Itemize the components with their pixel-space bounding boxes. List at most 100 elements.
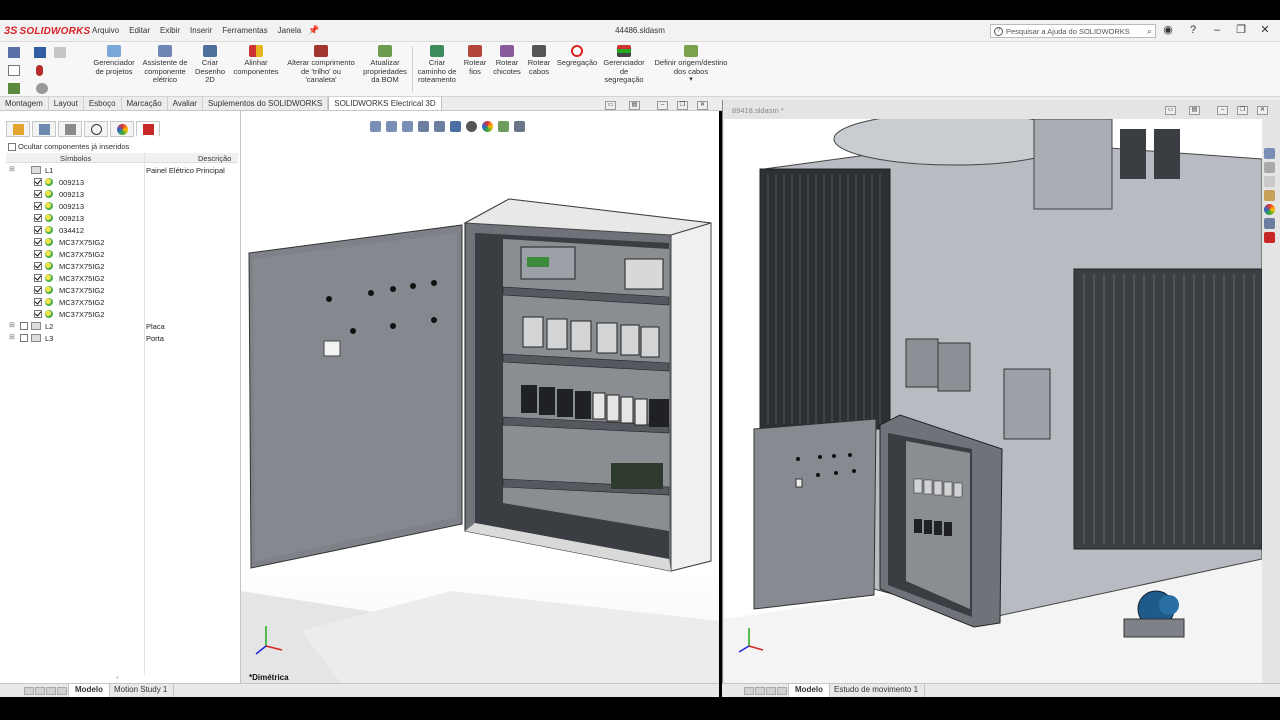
cable-origin-button[interactable]: Definir origem/destino dos cabos ▾ [648,45,734,85]
column-description[interactable]: Descrição [198,154,231,163]
menu-ferramentas[interactable]: Ferramentas [222,26,267,35]
tab-modelo[interactable]: Modelo [68,684,110,697]
user-icon[interactable]: ◉ [1161,23,1175,37]
last-tab-icon[interactable] [777,687,787,695]
menu-inserir[interactable]: Inserir [190,26,212,35]
tree-checkbox[interactable] [34,274,42,282]
segregation-manager-button[interactable]: Gerenciador de segregação [600,45,648,85]
pane-expand-icon[interactable]: ▭ [1165,106,1176,115]
route-cables-button[interactable]: Rotear cabos [524,45,554,76]
view-minimize-icon[interactable]: – [1217,106,1228,115]
tree-row[interactable]: 009213 [6,188,238,200]
tree-row[interactable]: ⊞ L3 Porta [6,332,238,344]
design-library-icon[interactable] [1264,162,1275,173]
pane-split-icon[interactable]: ▤ [1189,106,1200,115]
close-icon[interactable]: ✕ [1258,23,1272,37]
tree-checkbox[interactable] [34,286,42,294]
zoom-to-fit-icon[interactable] [370,121,381,132]
tree-row[interactable]: MC37X75IG2 [6,248,238,260]
tab-avaliar[interactable]: Avaliar [168,97,203,110]
minimize-icon[interactable]: – [1210,23,1224,37]
tree-row[interactable]: MC37X75IG2 [6,308,238,320]
tree-row[interactable]: MC37X75IG2 [6,236,238,248]
custom-properties-icon[interactable] [1264,218,1275,229]
previous-view-icon[interactable] [402,121,413,132]
tree-row[interactable]: MC37X75IG2 [6,272,238,284]
tab-motion-study[interactable]: Motion Study 1 [108,684,175,697]
view-settings-icon[interactable] [514,121,525,132]
help-search-input[interactable]: ? Pesquisar a Ajuda do SOLIDWORKS ⌕ [990,24,1156,38]
display-style-icon[interactable] [466,121,477,132]
assembly-icon[interactable] [8,47,20,58]
tree-checkbox[interactable] [34,250,42,258]
pane-scroll-indicator[interactable]: ◦ [116,673,119,682]
restore-icon[interactable]: ❐ [1234,23,1248,37]
tab-esboco[interactable]: Esboço [84,97,122,110]
menu-janela[interactable]: Janela [278,26,302,35]
project-manager-button[interactable]: Gerenciador de projetos [90,45,138,76]
help-question-icon[interactable]: ? [1186,23,1200,37]
tab-montagem[interactable]: Montagem [0,97,49,110]
tree-row[interactable]: 009213 [6,200,238,212]
pane-tab-configuration[interactable] [58,121,82,137]
redo-icon[interactable] [54,47,66,58]
traffic-light-icon[interactable] [36,65,43,76]
tree-row[interactable]: 034412 [6,224,238,236]
pane-tab-display[interactable] [110,121,134,137]
electrical-icon[interactable] [1264,232,1275,243]
pane-tab-dimxpert[interactable] [84,121,108,137]
next-tab-icon[interactable] [46,687,56,695]
expand-icon[interactable]: ⊞ [9,321,15,329]
new-document-icon[interactable] [8,65,20,76]
tree-checkbox[interactable] [34,226,42,234]
pin-icon[interactable]: 📌 [308,25,319,36]
scene-icon[interactable] [498,121,509,132]
rail-length-button[interactable]: Alterar comprimento de 'trilho' ou 'cana… [284,45,358,85]
view-restore-icon[interactable]: ❐ [677,101,688,110]
checkbox[interactable] [8,142,16,151]
prev-tab-icon[interactable] [755,687,765,695]
search-icon[interactable]: ⌕ [1147,26,1152,37]
select-icon[interactable] [8,83,20,94]
view-restore-icon[interactable]: ❐ [1237,106,1248,115]
tree-checkbox[interactable] [34,190,42,198]
solidworks-logo[interactable]: 3S SOLIDWORKS [4,24,90,38]
tab-estudo-movimento[interactable]: Estudo de movimento 1 [828,684,926,697]
dynamic-annotation-icon[interactable] [434,121,445,132]
graphics-viewport-2[interactable] [724,119,1262,683]
tree-row[interactable]: MC37X75IG2 [6,284,238,296]
segregation-button[interactable]: Segregação [555,45,599,68]
save-icon[interactable] [34,47,46,58]
tab-layout[interactable]: Layout [49,97,84,110]
expand-icon[interactable]: ⊞ [9,165,15,173]
tree-checkbox[interactable] [34,238,42,246]
tree-checkbox[interactable] [34,310,42,318]
appearance-icon[interactable] [482,121,493,132]
create-2d-drawing-button[interactable]: Criar Desenho 2D [192,45,228,85]
tree-checkbox[interactable] [34,214,42,222]
home-icon[interactable] [1264,148,1275,159]
tree-row[interactable]: 009213 [6,212,238,224]
tree-checkbox[interactable] [34,178,42,186]
file-explorer-icon[interactable] [1264,176,1275,187]
tab-marcacao[interactable]: Marcação [122,97,168,110]
view-orientation-icon[interactable] [450,121,461,132]
view-close-icon[interactable]: ✕ [1257,106,1268,115]
view-close-icon[interactable]: ✕ [697,101,708,110]
hide-inserted-checkbox[interactable]: Ocultar componentes já inseridos [8,142,129,151]
tree-row[interactable]: ⊞ L2 Placa [6,320,238,332]
tree-checkbox[interactable] [20,322,28,330]
expand-icon[interactable]: ⊞ [9,333,15,341]
routing-path-button[interactable]: Criar caminho de roteamento [414,45,460,85]
view-minimize-icon[interactable]: – [657,101,668,110]
chevron-down-icon[interactable]: ▾ [648,76,734,85]
pane-tab-features[interactable] [6,121,30,137]
prev-tab-icon[interactable] [35,687,45,695]
route-harness-button[interactable]: Rotear chicotes [490,45,524,76]
route-wires-button[interactable]: Rotear fios [460,45,490,76]
appearances-icon[interactable] [1264,204,1275,215]
section-view-icon[interactable] [418,121,429,132]
tree-row[interactable]: MC37X75IG2 [6,260,238,272]
last-tab-icon[interactable] [57,687,67,695]
pane-tab-electrical[interactable] [136,121,160,137]
